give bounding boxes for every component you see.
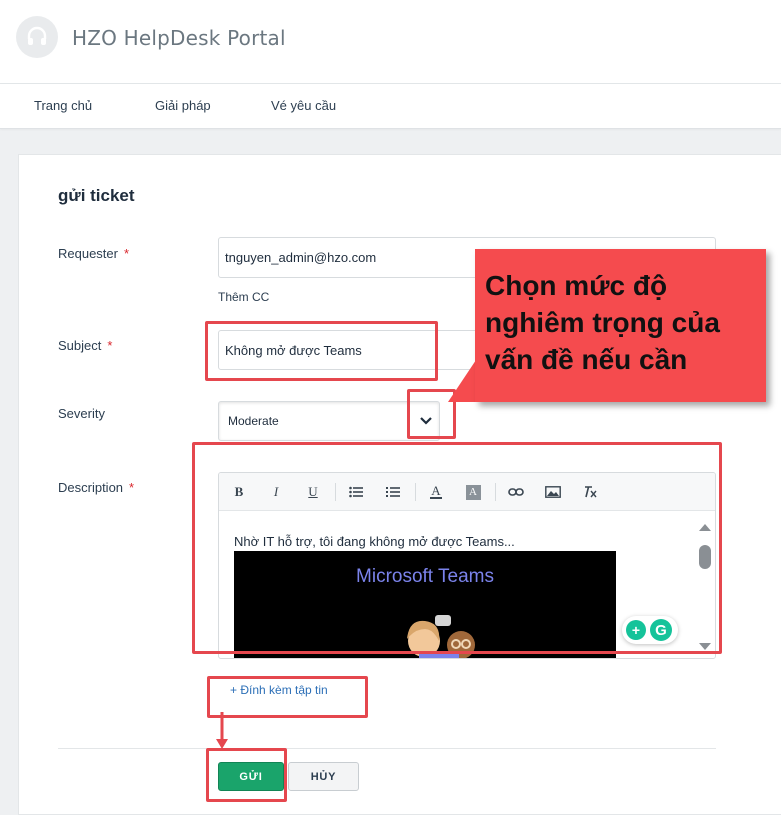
teams-screenshot-image: Microsoft Teams [234,551,616,658]
submit-button[interactable]: GỬI [218,762,284,791]
scroll-up-icon[interactable] [698,523,712,532]
required-mark: * [123,246,130,261]
severity-label: Severity [58,406,105,421]
subject-label-text: Subject [58,338,102,353]
main-nav: Trang chủ Giải pháp Vé yêu cầu [0,84,781,129]
required-mark: * [107,338,113,353]
editor-toolbar: B I U A A [219,473,715,511]
nav-item-home[interactable]: Trang chủ [34,98,92,113]
bold-button[interactable]: B [228,482,250,502]
editor-scrollbar[interactable] [693,511,715,658]
grammarly-widget[interactable]: + G [622,616,678,644]
nav-item-tickets[interactable]: Vé yêu cầu [271,98,336,113]
link-icon[interactable] [505,482,527,502]
teams-image-title: Microsoft Teams [356,566,494,587]
description-label-text: Description [58,480,124,495]
toolbar-divider [415,483,416,501]
numbered-list-icon[interactable] [382,482,404,502]
severity-select[interactable]: Moderate [218,401,440,441]
description-label: Description * [58,480,134,495]
toolbar-divider [495,483,496,501]
grammarly-logo-icon[interactable]: G [650,619,672,641]
requester-label-text: Requester [58,246,118,261]
background-color-icon[interactable]: A [462,482,484,502]
nav-item-solutions[interactable]: Giải pháp [155,98,211,113]
bullet-list-icon[interactable] [345,482,367,502]
description-text[interactable]: Nhờ IT hỗ trợ, tôi đang không mở được Te… [234,534,515,549]
arrow-down-icon [216,712,228,749]
attach-file-link[interactable]: + Đính kèm tập tin [230,683,328,697]
requester-label: Requester * [58,246,129,261]
cancel-button[interactable]: HỦY [288,762,359,791]
background-color-glyph: A [465,484,481,500]
teams-illustration [407,615,475,658]
page-title: gửi ticket [58,186,135,205]
required-mark: * [129,480,135,495]
toolbar-divider [335,483,336,501]
text-color-glyph: A [431,483,441,498]
text-color-icon[interactable]: A [425,482,447,502]
callout-text: Chọn mức độ nghiêm trọng của vấn đề nếu … [485,270,720,375]
headset-icon[interactable] [16,16,58,58]
italic-button[interactable]: I [265,482,287,502]
grammarly-suggestion-icon[interactable]: + [626,620,646,640]
underline-button[interactable]: U [302,482,324,502]
image-icon[interactable] [542,482,564,502]
clear-formatting-icon[interactable] [579,482,601,502]
scrollbar-thumb[interactable] [699,545,711,569]
chevron-down-icon[interactable] [412,402,440,440]
annotation-callout: Chọn mức độ nghiêm trọng của vấn đề nếu … [475,249,766,402]
text-color-bar [430,497,442,499]
subject-label: Subject * [58,338,112,353]
add-cc-link[interactable]: Thêm CC [218,290,269,304]
top-bar: HZO HelpDesk Portal [0,0,781,84]
portal-title[interactable]: HZO HelpDesk Portal [72,26,286,50]
scroll-down-icon[interactable] [698,642,712,651]
form-divider [58,748,716,749]
